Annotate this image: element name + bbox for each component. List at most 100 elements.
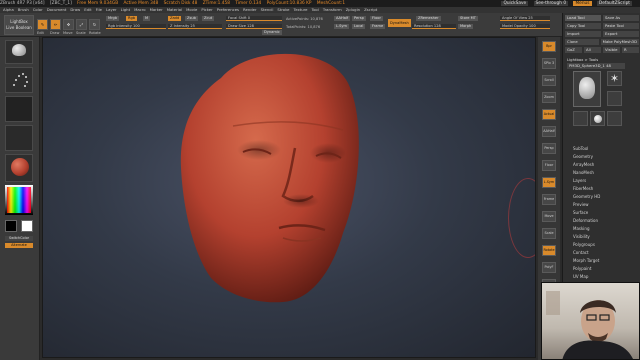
- menu-light[interactable]: Light: [121, 7, 130, 12]
- local-top-button[interactable]: Local: [352, 24, 366, 29]
- menu-picker[interactable]: Picker: [201, 7, 212, 12]
- morph-button[interactable]: Morph: [458, 24, 474, 29]
- menu-movie[interactable]: Movie: [186, 7, 197, 12]
- right-shelf-persp-button[interactable]: Persp: [542, 143, 556, 154]
- right-shelf-actual-button[interactable]: Actual: [542, 109, 556, 120]
- quicksave-button[interactable]: QuickSave: [501, 1, 529, 6]
- default-zscript-button[interactable]: DefaultZScript: [596, 1, 632, 6]
- palette-menu-polygroups[interactable]: Polygroups: [563, 241, 640, 249]
- menu-draw[interactable]: Draw: [70, 7, 80, 12]
- cylinder-tool-thumbnail[interactable]: [573, 111, 588, 126]
- palette-menu-subtool[interactable]: SubTool: [563, 145, 640, 153]
- palette-menu-masking[interactable]: Masking: [563, 225, 640, 233]
- right-shelf-floor-button[interactable]: Floor: [542, 160, 556, 171]
- palette-menu-contact[interactable]: Contact: [563, 249, 640, 257]
- palette-menu-arraymesh[interactable]: ArrayMesh: [563, 161, 640, 169]
- rgb-button[interactable]: Rgb: [126, 16, 138, 21]
- menu-brush[interactable]: Brush: [18, 7, 29, 12]
- pm3d-sphere-tool-thumbnail[interactable]: [607, 111, 622, 126]
- alternate-button[interactable]: Alternate: [5, 243, 33, 248]
- color-picker[interactable]: [5, 185, 33, 215]
- rgb-intensity-slider[interactable]: Rgb Intensity 100: [106, 24, 166, 29]
- right-shelf-move-button[interactable]: Move: [542, 211, 556, 222]
- menu-stroke[interactable]: Stroke: [277, 7, 289, 12]
- z-intensity-slider[interactable]: Z Intensity 25: [168, 24, 222, 29]
- paste-tool-button[interactable]: Paste Tool: [603, 23, 639, 29]
- zremesher-button[interactable]: ZRemesher: [416, 16, 441, 21]
- viewport-canvas[interactable]: [42, 37, 536, 358]
- palette-menu-fibermesh[interactable]: FiberMesh: [563, 185, 640, 193]
- import-button[interactable]: Import: [565, 31, 601, 37]
- main-color-swatch[interactable]: [5, 220, 17, 232]
- lightbox-button[interactable]: LightBox Live Boolean: [4, 15, 34, 35]
- texture-thumbnail[interactable]: [5, 125, 33, 151]
- export-button[interactable]: Export: [603, 31, 639, 37]
- menu-material[interactable]: Material: [167, 7, 182, 12]
- persp-top-button[interactable]: Persp: [352, 16, 366, 21]
- head-model[interactable]: [43, 38, 536, 358]
- menu-transform[interactable]: Transform: [323, 7, 342, 12]
- menu-render[interactable]: Render: [243, 7, 257, 12]
- right-shelf-l-sym-button[interactable]: L.Sym: [542, 177, 556, 188]
- zsub-button[interactable]: Zsub: [185, 16, 198, 21]
- dynamic-button[interactable]: Dynamic: [262, 30, 282, 35]
- alpha-thumbnail[interactable]: [5, 96, 33, 122]
- zadd-button[interactable]: Zadd: [168, 16, 182, 21]
- menu-stencil[interactable]: Stencil: [261, 7, 274, 12]
- right-shelf-bpr-button[interactable]: Bpr: [542, 41, 556, 52]
- right-shelf-polyf-button[interactable]: PolyF: [542, 262, 556, 273]
- all-button[interactable]: All: [584, 47, 601, 53]
- load-tool-button[interactable]: Load Tool: [565, 15, 601, 21]
- zcut-button[interactable]: Zcut: [202, 16, 215, 21]
- rotate-mode-button[interactable]: ↻: [89, 19, 100, 30]
- menu-file[interactable]: File: [96, 7, 102, 12]
- menu-alpha[interactable]: Alpha: [3, 7, 14, 12]
- current-tool-thumbnail[interactable]: [573, 71, 601, 107]
- menus-button[interactable]: Menus: [573, 1, 592, 6]
- draw-size-slider[interactable]: Draw Size 128: [226, 24, 282, 29]
- right-shelf-zoom-button[interactable]: Zoom: [542, 92, 556, 103]
- head-shape[interactable]: [180, 53, 359, 303]
- stroke-thumbnail[interactable]: [5, 67, 33, 93]
- star-tool-thumbnail[interactable]: ✶: [607, 71, 622, 86]
- model-opacity-slider[interactable]: Model Opacity 100: [500, 24, 550, 29]
- make-polymesh3d-button[interactable]: Make PolyMesh3D: [600, 39, 639, 45]
- scale-mode-button[interactable]: ⤢: [76, 19, 87, 30]
- menu-color[interactable]: Color: [33, 7, 43, 12]
- aahalf-top-button[interactable]: AAHalf: [334, 16, 351, 21]
- right-shelf-rotate-button[interactable]: Rotate: [542, 245, 556, 256]
- color-picker-hue[interactable]: [7, 187, 31, 213]
- focal-shift-slider[interactable]: Focal Shift 0: [226, 16, 282, 21]
- menu-macro[interactable]: Macro: [134, 7, 146, 12]
- move-mode-button[interactable]: ✥: [63, 19, 74, 30]
- menu-texture[interactable]: Texture: [294, 7, 308, 12]
- right-shelf-spix-3-button[interactable]: SPix 3: [542, 58, 556, 69]
- palette-menu-deformation[interactable]: Deformation: [563, 217, 640, 225]
- palette-menu-layers[interactable]: Layers: [563, 177, 640, 185]
- palette-menu-surface[interactable]: Surface: [563, 209, 640, 217]
- palette-menu-nanomesh[interactable]: NanoMesh: [563, 169, 640, 177]
- menu-preferences[interactable]: Preferences: [217, 7, 239, 12]
- palette-menu-geometry-hd[interactable]: Geometry HD: [563, 193, 640, 201]
- menu-edit[interactable]: Edit: [84, 7, 91, 12]
- clone-button[interactable]: Clone: [565, 39, 599, 45]
- edit-mode-button[interactable]: ✎: [37, 19, 48, 30]
- palette-menu-visibility[interactable]: Visibility: [563, 233, 640, 241]
- see-through-slider[interactable]: See-through 0: [533, 1, 569, 6]
- material-thumbnail[interactable]: [5, 154, 33, 182]
- menu-document[interactable]: Document: [47, 7, 67, 12]
- palette-menu-geometry[interactable]: Geometry: [563, 153, 640, 161]
- lsym-top-button[interactable]: L.Sym: [334, 24, 350, 29]
- current-tool-slider[interactable]: PM3D_Sphere3D_1 48: [567, 63, 625, 69]
- store-mt-button[interactable]: Store MT: [458, 16, 478, 21]
- frame-top-button[interactable]: Frame: [370, 24, 386, 29]
- r-button[interactable]: R: [622, 47, 639, 53]
- menu-marker[interactable]: Marker: [150, 7, 163, 12]
- goz-button[interactable]: GoZ: [565, 47, 582, 53]
- palette-menu-preview[interactable]: Preview: [563, 201, 640, 209]
- save-as-button[interactable]: Save As: [603, 15, 639, 21]
- right-shelf-frame-button[interactable]: Frame: [542, 194, 556, 205]
- secondary-color-swatch[interactable]: [21, 220, 33, 232]
- dynamesh-button[interactable]: DynaMesh: [388, 19, 411, 27]
- palette-menu-uv-map[interactable]: UV Map: [563, 273, 640, 281]
